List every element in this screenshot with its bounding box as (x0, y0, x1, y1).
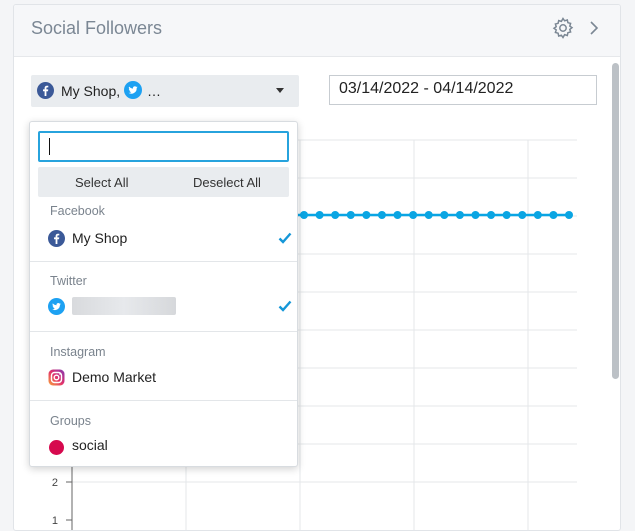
group-dot-icon (49, 440, 64, 455)
series-point[interactable] (502, 211, 511, 219)
series-point[interactable] (533, 211, 542, 219)
series-point[interactable] (377, 211, 386, 219)
instagram-icon (48, 369, 65, 391)
series-point[interactable] (409, 211, 418, 219)
dropdown-search-input[interactable] (38, 131, 289, 162)
divider (30, 261, 297, 262)
redacted-account-name (72, 297, 176, 315)
account-select[interactable]: My Shop, … (31, 75, 299, 107)
widget-title: Social Followers (31, 18, 163, 38)
series-point[interactable] (518, 211, 527, 219)
account-dropdown: Select All Deselect All Facebook My Shop… (29, 121, 298, 467)
deselect-all-button[interactable]: Deselect All (193, 175, 261, 190)
series-point[interactable] (487, 211, 496, 219)
y-tick-label: 1 (52, 515, 58, 527)
select-buttons-bar: Select All Deselect All (38, 167, 289, 197)
group-label-groups: Groups (50, 414, 91, 428)
list-item-label: Demo Market (72, 369, 157, 385)
scrollbar[interactable] (612, 63, 619, 379)
y-tick-label: 2 (52, 477, 58, 489)
series-point[interactable] (331, 211, 340, 219)
divider (30, 331, 297, 332)
checkmark-icon (278, 299, 292, 317)
facebook-icon (37, 82, 54, 104)
series-point[interactable] (549, 211, 558, 219)
series-point[interactable] (300, 211, 308, 219)
group-label-twitter: Twitter (50, 274, 87, 288)
series-point[interactable] (455, 211, 464, 219)
group-label-facebook: Facebook (50, 204, 105, 218)
select-all-button[interactable]: Select All (75, 175, 128, 190)
gear-icon[interactable] (551, 16, 575, 40)
list-item-label: My Shop (72, 230, 128, 246)
list-item-social[interactable]: social (30, 432, 297, 458)
chevron-right-icon[interactable] (586, 17, 602, 39)
series-point[interactable] (565, 211, 573, 219)
list-item-twitter-account[interactable] (30, 293, 297, 319)
series-point[interactable] (471, 211, 480, 219)
more-accounts-ellipsis: … (147, 83, 161, 99)
series-point[interactable] (393, 211, 402, 219)
series-point[interactable] (424, 211, 433, 219)
series-point[interactable] (440, 211, 449, 219)
group-label-instagram: Instagram (50, 345, 106, 359)
date-range-input[interactable]: 03/14/2022 - 04/14/2022 (329, 75, 597, 105)
text-cursor (49, 138, 50, 155)
divider (30, 400, 297, 401)
list-item-my-shop[interactable]: My Shop (30, 225, 297, 251)
series-point[interactable] (346, 211, 355, 219)
checkmark-icon (278, 231, 292, 249)
list-item-label: social (72, 437, 108, 453)
twitter-icon (48, 298, 65, 320)
list-item-demo-market[interactable]: Demo Market (30, 364, 297, 390)
series-point[interactable] (362, 211, 371, 219)
facebook-icon (48, 230, 65, 252)
series-point[interactable] (315, 211, 324, 219)
widget-header: Social Followers (14, 5, 620, 57)
caret-down-icon (276, 88, 284, 93)
twitter-icon (124, 81, 142, 104)
selected-accounts-text: My Shop, (61, 83, 121, 99)
